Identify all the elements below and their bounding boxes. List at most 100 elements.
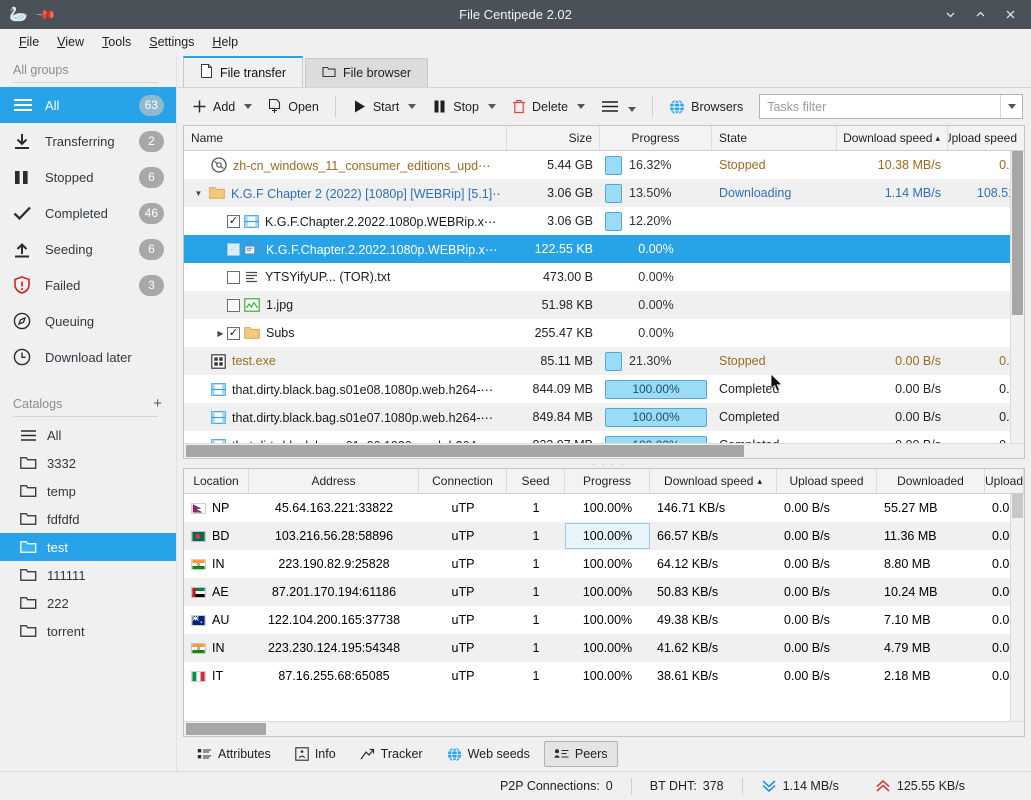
- table-row[interactable]: ▼ K.G.F Chapter 2 (2022) [1080p] [WEBRip…: [184, 179, 1024, 207]
- catalog-item-fdfdfd[interactable]: fdfdfd: [0, 505, 176, 533]
- peers-column-progress[interactable]: Progress: [565, 469, 650, 493]
- table-row[interactable]: that.dirty.black.bag.s01e08.1080p.web.h2…: [184, 375, 1024, 403]
- menu-file[interactable]: File: [10, 32, 48, 52]
- goose-icon[interactable]: 🦢: [9, 7, 28, 22]
- table-row[interactable]: ✓ K.G.F.Chapter.2.2022.1080p.WEBRip.x⋯ 3…: [184, 207, 1024, 235]
- row-checkbox[interactable]: [227, 271, 240, 284]
- menu-help[interactable]: Help: [203, 32, 247, 52]
- text-icon: [244, 270, 259, 285]
- tasks-filter-input[interactable]: [760, 95, 1000, 118]
- table-row[interactable]: YTSYifyUP... (TOR).txt 473.00 B 0.00%: [184, 263, 1024, 291]
- tasks-horizontal-scrollbar[interactable]: [184, 443, 1024, 458]
- open-label: Open: [288, 100, 319, 114]
- row-checkbox[interactable]: ✓: [227, 215, 240, 228]
- tasks-vertical-scrollbar[interactable]: [1010, 151, 1024, 443]
- catalog-item-all[interactable]: All: [0, 421, 176, 449]
- detail-tab-attributes[interactable]: Attributes: [187, 741, 281, 767]
- tasks-column-upload-speed[interactable]: Upload speed: [948, 126, 1024, 150]
- maximize-button[interactable]: [965, 0, 995, 29]
- browsers-button[interactable]: Browsers: [662, 94, 750, 120]
- pin-icon[interactable]: 📌: [35, 4, 56, 25]
- detail-tab-tracker[interactable]: Tracker: [350, 741, 433, 767]
- catalog-item-222[interactable]: 222: [0, 589, 176, 617]
- sidebar-item-stopped[interactable]: Stopped 6: [0, 159, 176, 195]
- peers-column-downloaded[interactable]: Downloaded: [877, 469, 985, 493]
- peer-row[interactable]: BD 103.216.56.28:58896 uTP 1 100.00% 66.…: [184, 522, 1024, 550]
- peers-hscroll-thumb[interactable]: [186, 723, 266, 735]
- menu-tools[interactable]: Tools: [93, 32, 140, 52]
- panes-splitter[interactable]: · · · · ·: [177, 459, 1031, 468]
- menu-settings[interactable]: Settings: [140, 32, 203, 52]
- peers-column-address[interactable]: Address: [249, 469, 419, 493]
- close-button[interactable]: [995, 0, 1025, 29]
- sidebar-item-queuing[interactable]: Queuing: [0, 303, 176, 339]
- row-checkbox[interactable]: ✓: [227, 243, 240, 256]
- tab-file-transfer[interactable]: File transfer: [183, 56, 303, 87]
- more-dropdown-caret[interactable]: [628, 107, 636, 112]
- sidebar-item-seeding[interactable]: Seeding 6: [0, 231, 176, 267]
- peers-horizontal-scrollbar[interactable]: [184, 721, 1024, 736]
- expander-open-icon[interactable]: ▼: [192, 189, 205, 198]
- tasks-filter-dropdown[interactable]: [1000, 95, 1022, 118]
- table-row[interactable]: zh-cn_windows_11_consumer_editions_upd⋯ …: [184, 151, 1024, 179]
- tasks-column-name[interactable]: Name: [184, 126, 507, 150]
- peer-row[interactable]: IT 87.16.255.68:65085 uTP 1 100.00% 38.6…: [184, 662, 1024, 690]
- sidebar-item-download-later[interactable]: Download later: [0, 339, 176, 375]
- tasks-column-download-speed[interactable]: Download speed▴: [837, 126, 948, 150]
- tasks-column-state[interactable]: State: [712, 126, 837, 150]
- sidebar-item-failed[interactable]: Failed 3: [0, 267, 176, 303]
- catalog-item-3332[interactable]: 3332: [0, 449, 176, 477]
- stop-dropdown-caret[interactable]: [488, 104, 496, 109]
- peers-column-connection[interactable]: Connection: [419, 469, 507, 493]
- row-checkbox[interactable]: ✓: [227, 327, 240, 340]
- add-button[interactable]: Add: [185, 94, 259, 119]
- sidebar-item-all[interactable]: All 63: [0, 87, 176, 123]
- detail-tab-info[interactable]: Info: [285, 741, 346, 767]
- peer-row[interactable]: IN 223.230.124.195:54348 uTP 1 100.00% 4…: [184, 634, 1024, 662]
- table-row[interactable]: that.dirty.black.bag.s01e06.1080p.web.h2…: [184, 431, 1024, 443]
- peers-column-upload[interactable]: Upload: [985, 469, 1024, 493]
- table-row[interactable]: ▶✓ Subs 255.47 KB 0.00%: [184, 319, 1024, 347]
- add-dropdown-caret[interactable]: [244, 104, 252, 109]
- tasks-vscroll-thumb[interactable]: [1012, 151, 1023, 315]
- delete-dropdown-caret[interactable]: [577, 104, 585, 109]
- tasks-column-size[interactable]: Size: [507, 126, 600, 150]
- row-checkbox[interactable]: [227, 299, 240, 312]
- start-dropdown-caret[interactable]: [408, 104, 416, 109]
- catalog-item-111111[interactable]: 111111: [0, 561, 176, 589]
- table-row[interactable]: 1.jpg 51.98 KB 0.00%: [184, 291, 1024, 319]
- peer-row[interactable]: AU 122.104.200.165:37738 uTP 1 100.00% 4…: [184, 606, 1024, 634]
- tasks-column-progress[interactable]: Progress: [600, 126, 712, 150]
- table-row[interactable]: that.dirty.black.bag.s01e07.1080p.web.h2…: [184, 403, 1024, 431]
- sidebar-item-completed[interactable]: Completed 46: [0, 195, 176, 231]
- minimize-button[interactable]: [935, 0, 965, 29]
- peers-column-download-speed[interactable]: Download speed▴: [650, 469, 777, 493]
- peer-row[interactable]: AE 87.201.170.194:61186 uTP 1 100.00% 50…: [184, 578, 1024, 606]
- delete-button[interactable]: Delete: [505, 94, 592, 119]
- catalog-item-torrent[interactable]: torrent: [0, 617, 176, 645]
- peer-row[interactable]: NP 45.64.163.221:33822 uTP 1 100.00% 146…: [184, 494, 1024, 522]
- peer-row[interactable]: IN 223.190.82.9:25828 uTP 1 100.00% 64.1…: [184, 550, 1024, 578]
- expander-closed-icon[interactable]: ▶: [214, 329, 227, 338]
- sidebar-item-transferring[interactable]: Transferring 2: [0, 123, 176, 159]
- table-row[interactable]: ✓ K.G.F.Chapter.2.2022.1080p.WEBRip.x⋯ 1…: [184, 235, 1024, 263]
- tasks-hscroll-thumb[interactable]: [186, 445, 744, 457]
- more-menu-button[interactable]: [594, 94, 643, 119]
- detail-tab-peers[interactable]: Peers: [544, 741, 618, 767]
- start-button[interactable]: Start: [345, 94, 423, 119]
- peers-column-location[interactable]: Location: [184, 469, 249, 493]
- catalog-item-test[interactable]: test: [0, 533, 176, 561]
- peers-column-upload-speed[interactable]: Upload speed: [777, 469, 877, 493]
- menu-view[interactable]: View: [48, 32, 93, 52]
- detail-tab-web-seeds[interactable]: Web seeds: [437, 741, 540, 768]
- open-button[interactable]: Open: [261, 94, 326, 119]
- peers-column-seed[interactable]: Seed: [507, 469, 565, 493]
- add-catalog-button[interactable]: +: [153, 396, 162, 411]
- table-row[interactable]: test.exe 85.11 MB 21.30% Stopped 0.00 B/…: [184, 347, 1024, 375]
- stop-button[interactable]: Stop: [425, 94, 503, 119]
- peers-vertical-scrollbar[interactable]: [1010, 494, 1024, 721]
- catalog-item-temp[interactable]: temp: [0, 477, 176, 505]
- tasks-filter[interactable]: [759, 94, 1023, 119]
- tab-file-browser[interactable]: File browser: [305, 58, 428, 87]
- peers-vscroll-thumb[interactable]: [1012, 494, 1023, 518]
